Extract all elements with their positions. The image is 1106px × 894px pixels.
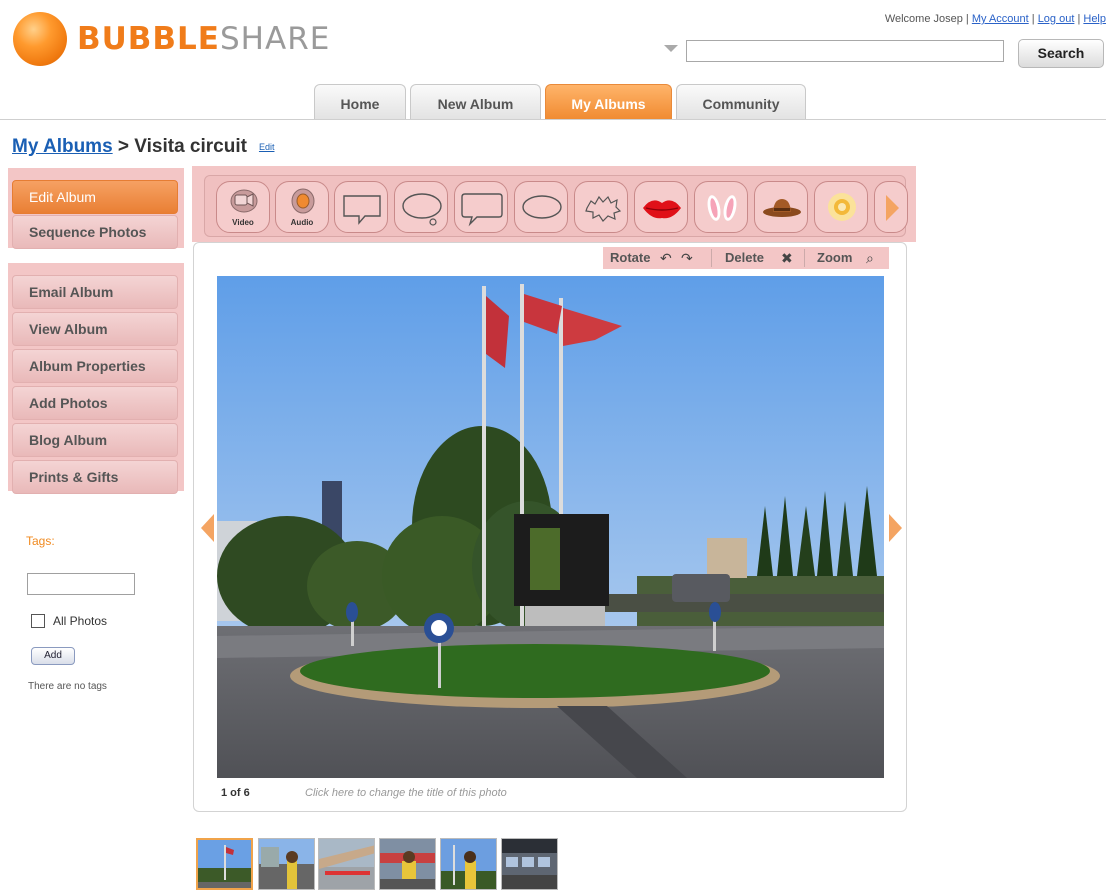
tab-new-album[interactable]: New Album: [410, 84, 541, 120]
logo-text-bold: BUBBLE: [77, 21, 220, 57]
welcome-text: Welcome Josep |: [884, 13, 972, 25]
sticker-thought-bubble-button[interactable]: [394, 181, 448, 233]
sidebar-item-prints-gifts[interactable]: Prints & Gifts: [12, 460, 178, 494]
breadcrumb-separator: >: [112, 136, 135, 157]
photo-counter: 1 of 6: [221, 787, 250, 799]
tab-my-albums[interactable]: My Albums: [545, 84, 672, 120]
thumbnail-image: [441, 839, 496, 889]
my-account-link[interactable]: My Account: [972, 13, 1029, 25]
main-nav-tabs: Home New Album My Albums Community: [314, 84, 810, 120]
tools-divider: [711, 249, 712, 267]
breadcrumb: My Albums > Visita circuit Edit: [12, 136, 274, 158]
logo-text: BUBBLESHARE: [77, 21, 330, 57]
log-out-link[interactable]: Log out: [1038, 13, 1075, 25]
search-scope-dropdown-icon[interactable]: [664, 45, 678, 52]
sticker-audio-button[interactable]: Audio: [275, 181, 329, 233]
speech-bubble-icon: [343, 195, 381, 225]
sticker-burst-bubble-button[interactable]: [574, 181, 628, 233]
thumbnail-image: [198, 840, 251, 888]
sticker-speech-bubble-tail-button[interactable]: [454, 181, 508, 233]
logo-text-light: SHARE: [220, 21, 331, 57]
sidebar-item-view-album[interactable]: View Album: [12, 312, 178, 346]
sticker-scroll-right-button[interactable]: [874, 181, 908, 233]
roundabout-flags-photo: [217, 276, 884, 778]
breadcrumb-my-albums-link[interactable]: My Albums: [12, 136, 113, 157]
lips-icon: [643, 200, 681, 219]
thumbnail-image: [319, 839, 374, 889]
sticker-oval-bubble-button[interactable]: [514, 181, 568, 233]
zoom-icon[interactable]: ⌕: [866, 250, 874, 267]
next-photo-arrow-icon[interactable]: [889, 514, 902, 542]
photo-tools-bar: Rotate ↶ ↷ Delete ✖ Zoom ⌕: [603, 247, 889, 269]
speech-bubble-tail-icon: [461, 193, 503, 227]
rotate-left-icon[interactable]: ↶: [660, 250, 672, 267]
sticker-cowboy-hat-button[interactable]: [754, 181, 808, 233]
tab-divider: [0, 119, 1106, 120]
sidebar-item-add-photos[interactable]: Add Photos: [12, 386, 178, 420]
burst-bubble-icon: [585, 195, 622, 222]
sidebar-item-edit-album[interactable]: Edit Album: [12, 180, 178, 214]
thumbnail-image: [380, 839, 435, 889]
chevron-right-icon: [886, 195, 899, 221]
flower-icon: [828, 193, 856, 221]
tab-community[interactable]: Community: [676, 84, 806, 120]
separator: |: [1028, 13, 1038, 25]
search-button[interactable]: Search: [1018, 39, 1104, 68]
thought-bubble-icon: [402, 193, 442, 226]
tags-input[interactable]: [27, 573, 135, 595]
sticker-lips-button[interactable]: [634, 181, 688, 233]
album-title: Visita circuit: [134, 136, 247, 157]
welcome-bar: Welcome Josep | My Account | Log out | H…: [885, 13, 1106, 25]
sticker-video-button[interactable]: Video: [216, 181, 270, 233]
all-photos-label: All Photos: [53, 614, 108, 628]
bubbleshare-logo[interactable]: BUBBLESHARE: [13, 12, 330, 66]
all-photos-checkbox[interactable]: [31, 614, 45, 628]
photo-title-editable[interactable]: Click here to change the title of this p…: [305, 787, 507, 799]
current-photo[interactable]: [217, 276, 884, 778]
tags-label: Tags:: [26, 534, 55, 548]
delete-label[interactable]: Delete: [725, 250, 764, 265]
sticker-bunny-ears-button[interactable]: [694, 181, 748, 233]
sticker-speech-bubble-button[interactable]: [334, 181, 388, 233]
no-tags-text: There are no tags: [28, 681, 107, 692]
zoom-label[interactable]: Zoom: [817, 250, 852, 265]
logo-bubble-icon: [13, 12, 67, 66]
search-input[interactable]: [686, 40, 1004, 62]
thumbnail-image: [259, 839, 314, 889]
bunny-ears-icon: [707, 195, 737, 221]
sidebar-item-blog-album[interactable]: Blog Album: [12, 423, 178, 457]
oval-bubble-icon: [522, 195, 562, 219]
sidebar-item-email-album[interactable]: Email Album: [12, 275, 178, 309]
delete-icon[interactable]: ✖: [781, 250, 793, 267]
sticker-audio-label: Audio: [290, 218, 314, 227]
previous-photo-arrow-icon[interactable]: [201, 514, 214, 542]
thumbnail-4[interactable]: [379, 838, 436, 890]
sticker-video-label: Video: [232, 218, 254, 227]
rotate-label: Rotate: [610, 250, 651, 265]
add-tag-button[interactable]: Add: [31, 647, 75, 665]
page: BUBBLESHARE Welcome Josep | My Account |…: [0, 0, 1106, 894]
thumbnail-2[interactable]: [258, 838, 315, 890]
cowboy-hat-icon: [763, 199, 801, 217]
thumbnail-image: [502, 839, 557, 889]
thumbnail-5[interactable]: [440, 838, 497, 890]
sidebar-item-album-properties[interactable]: Album Properties: [12, 349, 178, 383]
help-link[interactable]: Help: [1083, 13, 1106, 25]
sidebar-item-sequence-photos[interactable]: Sequence Photos: [12, 215, 178, 249]
tools-divider: [804, 249, 805, 267]
edit-album-title-link[interactable]: Edit: [259, 142, 275, 152]
rotate-right-icon[interactable]: ↷: [681, 250, 693, 267]
thumbnail-1[interactable]: [196, 838, 253, 890]
thumbnail-6[interactable]: [501, 838, 558, 890]
tab-home[interactable]: Home: [314, 84, 406, 120]
thumbnail-3[interactable]: [318, 838, 375, 890]
sticker-flower-button[interactable]: [814, 181, 868, 233]
